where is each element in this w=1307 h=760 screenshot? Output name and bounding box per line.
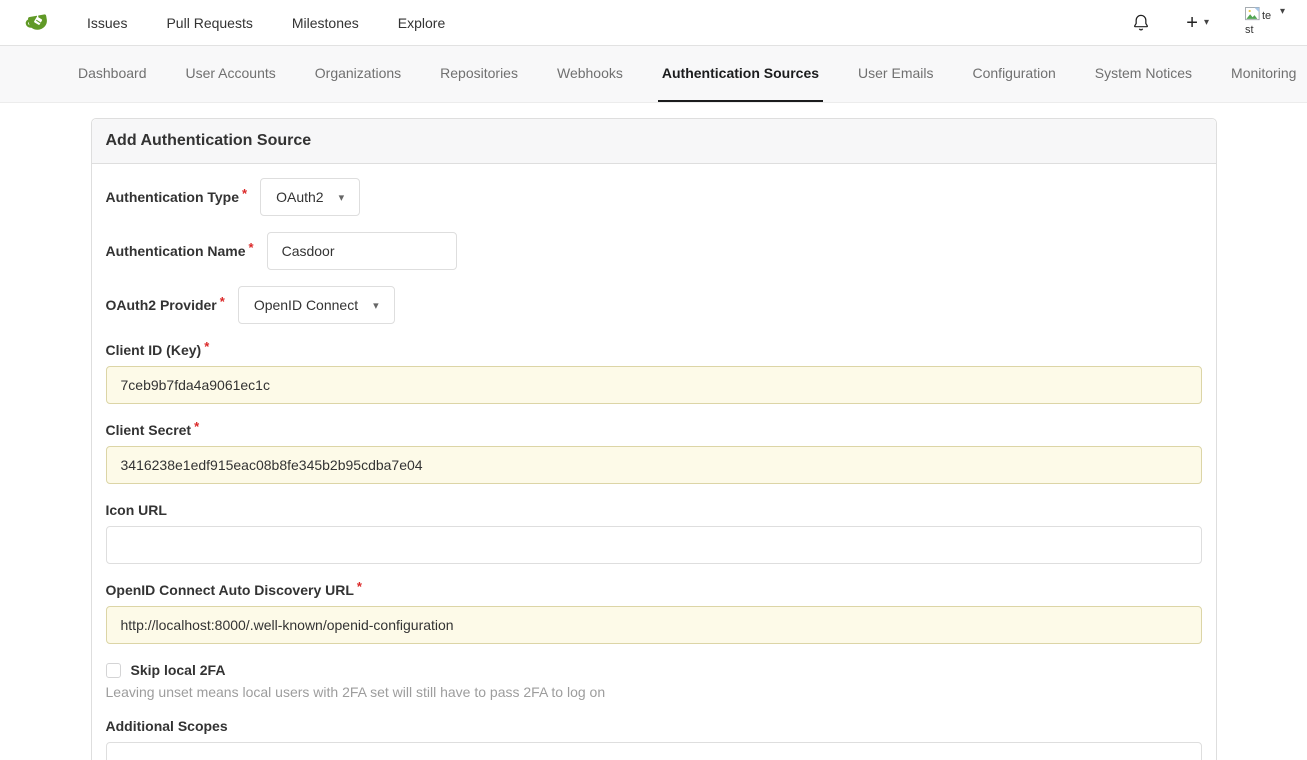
tab-user-emails[interactable]: User Emails	[854, 46, 937, 102]
admin-tabbar: Dashboard User Accounts Organizations Re…	[0, 46, 1307, 103]
field-skip-local-2fa: Skip local 2FA Leaving unset means local…	[106, 662, 1202, 700]
nav-pull-requests[interactable]: Pull Requests	[166, 15, 252, 31]
skip-local-2fa-label: Skip local 2FA	[131, 662, 226, 678]
required-asterisk: *	[204, 339, 209, 354]
tab-system-notices[interactable]: System Notices	[1091, 46, 1196, 102]
client-id-input[interactable]	[106, 366, 1202, 404]
create-new-dropdown[interactable]: + ▾	[1186, 13, 1209, 33]
nav-issues[interactable]: Issues	[87, 15, 127, 31]
avatar: test	[1245, 7, 1273, 38]
nav-explore[interactable]: Explore	[398, 15, 445, 31]
additional-scopes-label: Additional Scopes	[106, 718, 1202, 734]
tab-repositories[interactable]: Repositories	[436, 46, 522, 102]
chevron-down-icon: ▾	[1280, 7, 1285, 17]
authentication-type-select[interactable]: OAuth2 ▾	[260, 178, 360, 216]
field-authentication-type: Authentication Type* OAuth2 ▾	[106, 178, 1202, 216]
notifications-button[interactable]	[1132, 13, 1150, 33]
authentication-type-label: Authentication Type*	[106, 189, 248, 205]
add-auth-source-panel: Add Authentication Source Authentication…	[91, 118, 1217, 760]
tab-authentication-sources[interactable]: Authentication Sources	[658, 46, 823, 102]
panel-title: Add Authentication Source	[92, 119, 1216, 164]
bell-icon	[1132, 13, 1150, 33]
authentication-name-label: Authentication Name*	[106, 243, 254, 259]
required-asterisk: *	[357, 579, 362, 594]
field-client-secret: Client Secret*	[106, 422, 1202, 484]
nav-milestones[interactable]: Milestones	[292, 15, 359, 31]
oauth2-provider-value: OpenID Connect	[254, 297, 358, 313]
required-asterisk: *	[242, 186, 247, 201]
tab-monitoring[interactable]: Monitoring	[1227, 46, 1300, 102]
client-secret-input[interactable]	[106, 446, 1202, 484]
required-asterisk: *	[220, 294, 225, 309]
tab-organizations[interactable]: Organizations	[311, 46, 405, 102]
tab-dashboard[interactable]: Dashboard	[74, 46, 151, 102]
tab-configuration[interactable]: Configuration	[969, 46, 1060, 102]
chevron-down-icon: ▾	[373, 299, 379, 312]
icon-url-label: Icon URL	[106, 502, 1202, 518]
authentication-name-input[interactable]	[267, 232, 457, 270]
top-navbar: Issues Pull Requests Milestones Explore …	[0, 0, 1307, 46]
field-oidc-discovery-url: OpenID Connect Auto Discovery URL*	[106, 582, 1202, 644]
skip-local-2fa-checkbox[interactable]	[106, 663, 121, 678]
user-menu-dropdown[interactable]: test ▾	[1245, 7, 1285, 38]
oidc-discovery-url-label: OpenID Connect Auto Discovery URL*	[106, 582, 1202, 598]
tab-user-accounts[interactable]: User Accounts	[182, 46, 280, 102]
oidc-discovery-url-input[interactable]	[106, 606, 1202, 644]
gitea-teacup-icon	[22, 7, 53, 38]
chevron-down-icon: ▾	[339, 191, 345, 204]
oauth2-provider-label: OAuth2 Provider*	[106, 297, 225, 313]
plus-icon: +	[1186, 13, 1198, 33]
client-id-label: Client ID (Key)*	[106, 342, 1202, 358]
gitea-logo[interactable]	[22, 7, 53, 38]
field-authentication-name: Authentication Name*	[106, 232, 1202, 270]
field-additional-scopes: Additional Scopes	[106, 718, 1202, 760]
nav-right-group: + ▾ test ▾	[1132, 7, 1285, 38]
primary-nav: Issues Pull Requests Milestones Explore	[87, 15, 445, 31]
skip-local-2fa-help: Leaving unset means local users with 2FA…	[106, 684, 1202, 700]
broken-image-icon	[1245, 7, 1261, 21]
oauth2-provider-select[interactable]: OpenID Connect ▾	[238, 286, 395, 324]
authentication-type-value: OAuth2	[276, 189, 323, 205]
field-client-id: Client ID (Key)*	[106, 342, 1202, 404]
required-asterisk: *	[249, 240, 254, 255]
tab-webhooks[interactable]: Webhooks	[553, 46, 627, 102]
icon-url-input[interactable]	[106, 526, 1202, 564]
field-oauth2-provider: OAuth2 Provider* OpenID Connect ▾	[106, 286, 1202, 324]
field-icon-url: Icon URL	[106, 502, 1202, 564]
chevron-down-icon: ▾	[1204, 18, 1209, 28]
additional-scopes-input[interactable]	[106, 742, 1202, 760]
client-secret-label: Client Secret*	[106, 422, 1202, 438]
required-asterisk: *	[194, 419, 199, 434]
auth-source-form: Authentication Type* OAuth2 ▾ Authentica…	[92, 164, 1216, 760]
